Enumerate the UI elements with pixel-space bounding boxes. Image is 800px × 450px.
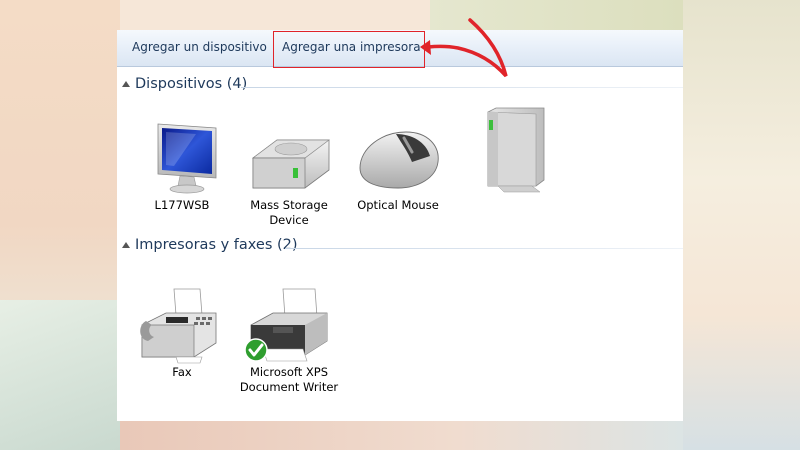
computer-tower-icon: [458, 100, 550, 200]
hard-drive-icon: [243, 118, 335, 198]
fax-icon: [136, 285, 228, 365]
device-label: L177WSB: [154, 198, 210, 212]
group-divider: [241, 87, 683, 88]
group-header-devices[interactable]: Dispositivos (4): [117, 76, 683, 98]
device-label: Fax: [172, 365, 192, 379]
add-printer-highlight-box: [273, 31, 425, 68]
monitor-icon: [136, 118, 228, 198]
device-label: Mass Storage Device: [250, 198, 328, 227]
desktop-background-top-right: [430, 0, 683, 32]
group-title-devices: Dispositivos (4): [135, 76, 248, 92]
device-item-computer[interactable]: [449, 100, 559, 200]
desktop-background-left-bottom: [0, 300, 120, 450]
printer-icon: [243, 285, 335, 365]
device-item-xps-printer[interactable]: Microsoft XPS Document Writer: [234, 285, 344, 395]
device-item-fax[interactable]: Fax: [127, 285, 237, 380]
group-title-printers: Impresoras y faxes (2): [135, 237, 298, 253]
collapse-triangle-icon[interactable]: [122, 81, 130, 87]
device-label: Microsoft XPS Document Writer: [239, 365, 339, 394]
desktop-background-bottom: [120, 420, 683, 450]
devices-and-printers-window: Agregar un dispositivo Agregar una impre…: [117, 30, 683, 421]
device-item-monitor[interactable]: L177WSB: [127, 118, 237, 213]
device-item-mouse[interactable]: Optical Mouse: [343, 118, 453, 213]
default-check-icon: [244, 338, 268, 362]
group-header-printers[interactable]: Impresoras y faxes (2): [117, 237, 683, 259]
device-item-mass-storage[interactable]: Mass Storage Device: [234, 118, 344, 228]
collapse-triangle-icon[interactable]: [122, 242, 130, 248]
add-device-button[interactable]: Agregar un dispositivo: [132, 40, 267, 54]
mouse-icon: [352, 118, 444, 198]
desktop-background-right: [683, 0, 800, 450]
desktop-background-top: [120, 0, 430, 32]
device-label: Optical Mouse: [357, 198, 439, 212]
group-divider: [285, 248, 683, 249]
